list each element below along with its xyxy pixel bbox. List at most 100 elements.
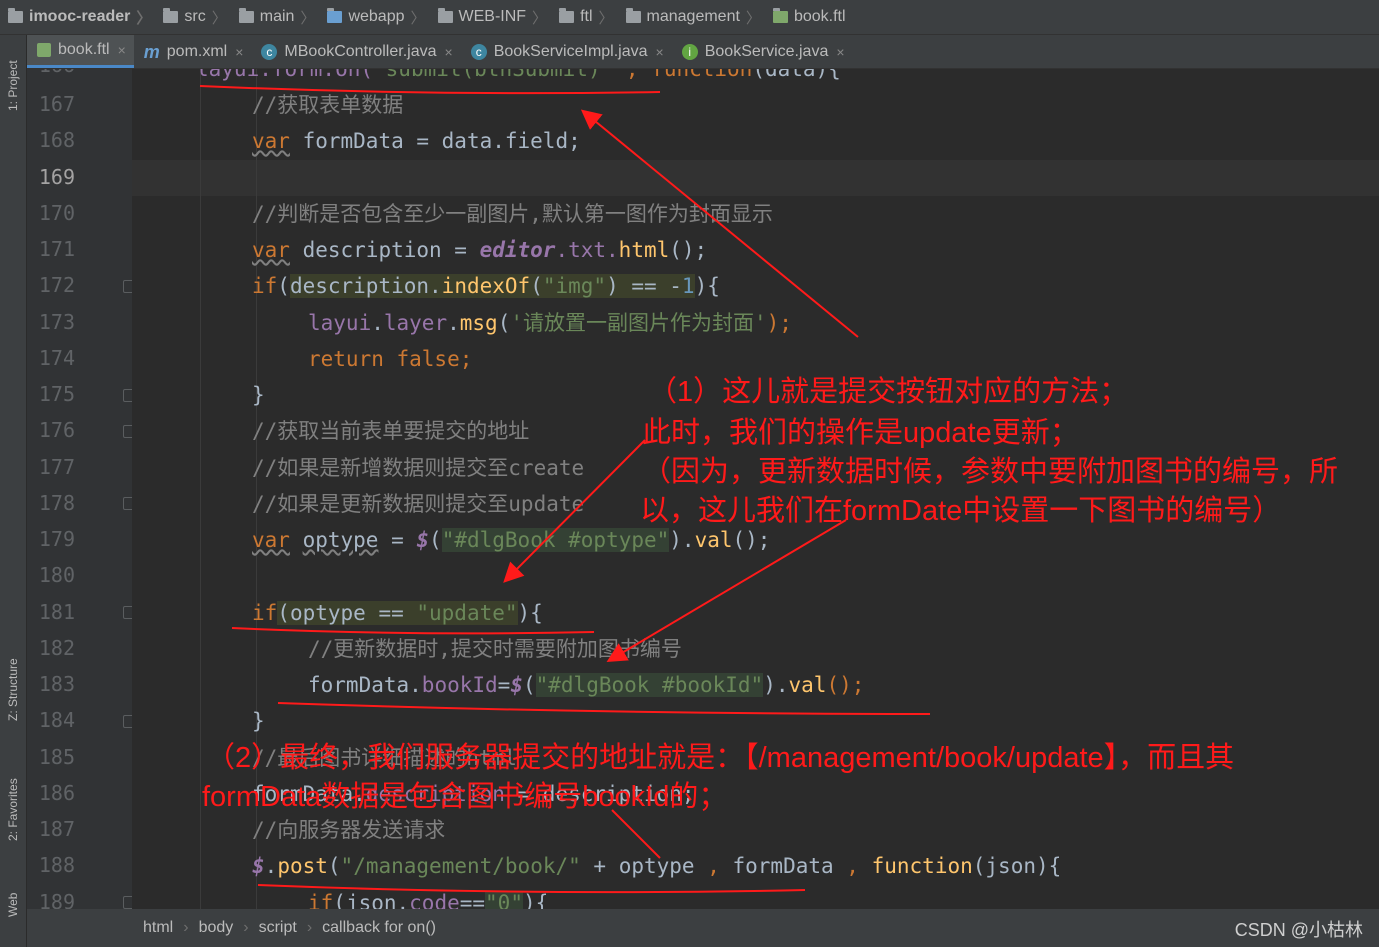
web-tool-tab[interactable]: Web [1,875,25,935]
breadcrumb-item-src[interactable]: src 〉 [155,7,230,28]
breadcrumb-item-management[interactable]: management 〉 [618,7,765,28]
line-number: 169 [38,165,75,189]
code-line: //判断是否包含至少一副图片,默认第一图作为封面显示 [252,202,773,226]
current-line-highlight [132,160,1379,196]
line-number: 188 [38,853,75,877]
line-number: 168 [38,128,75,152]
breadcrumb: imooc-reader 〉 src 〉 main 〉 webapp 〉 WEB-INF… [0,0,1379,35]
close-icon[interactable]: × [235,44,243,60]
project-tool-tab[interactable]: 1: Project [1,41,25,131]
tab-bookserviceimpl[interactable]: c BookServiceImpl.java × [461,35,672,68]
line-number: 186 [38,781,75,805]
tab-pom-xml[interactable]: m pom.xml × [134,35,252,68]
fold-marker-icon[interactable] [123,497,132,510]
structure-crumb-html[interactable]: html [133,919,183,937]
fold-marker-icon[interactable] [123,389,132,402]
tab-bookservice[interactable]: i BookService.java × [672,35,853,68]
close-icon[interactable]: × [836,44,844,60]
code-line: //向服务器发送请求 [252,818,446,842]
java-interface-icon: i [681,43,698,60]
fold-marker-icon[interactable] [123,606,132,619]
tab-mbookcontroller[interactable]: c MBookController.java × [251,35,460,68]
breadcrumb-item-ftl[interactable]: ftl 〉 [551,7,617,28]
line-number: 179 [38,527,75,551]
line-number: 170 [38,201,75,225]
code-line: layui.layer.msg('请放置一副图片作为封面'); [308,311,792,335]
fold-marker-icon[interactable] [123,715,132,728]
line-number: 180 [38,563,75,587]
project-folder-icon [8,8,23,23]
line-number: 189 [38,890,75,909]
code-line: var optype = $("#dlgBook #optype").val()… [252,528,771,552]
editor-tab-bar: book.ftl × m pom.xml × c MBookController… [27,35,1379,69]
line-number: 183 [38,672,75,696]
code-line: if(description.indexOf("img") == -1){ [252,274,720,298]
close-icon[interactable]: × [445,44,453,60]
tool-window-strip: 1: Project Z: Structure 2: Favorites Web [0,35,27,947]
folder-icon [163,8,179,23]
code-line: formData.bookId=$("#dlgBook #bookId").va… [308,673,865,697]
ftl-file-icon [772,8,788,23]
line-number: 182 [38,636,75,660]
line-number: 178 [38,491,75,515]
breadcrumb-item-file[interactable]: book.ftl [765,8,850,26]
folder-icon [559,8,575,23]
line-number: 176 [38,418,75,442]
watermark: CSDN @小枯林 [1234,920,1363,940]
line-number: 167 [38,92,75,116]
code-line: //获取表单数据 [252,93,404,117]
line-number: 173 [38,310,75,334]
folder-icon [437,8,453,23]
line-number: 184 [38,708,75,732]
code-line: if(optype == "update"){ [252,601,543,625]
structure-crumb-script[interactable]: script [249,919,307,937]
close-icon[interactable]: × [118,42,126,58]
code-line: return false; [308,347,473,371]
structure-crumb-body[interactable]: body [189,919,244,937]
code-line: if(json.code=="0"){ [308,885,548,909]
folder-icon [238,8,254,23]
line-number: 166 [27,69,75,77]
close-icon[interactable]: × [656,44,664,60]
fold-marker-icon[interactable] [123,280,132,293]
java-class-icon: c [470,43,487,60]
line-number: 175 [38,382,75,406]
tab-book-ftl[interactable]: book.ftl × [27,35,134,68]
code-line: //如果是新增数据则提交至create [252,456,585,480]
line-number: 172 [38,273,75,297]
ftl-file-icon [37,43,51,57]
java-class-icon: c [261,43,278,60]
code-line: } [252,709,265,733]
code-editor[interactable]: layui.form.on('submit(btnSubmit)' , func… [132,69,1379,909]
structure-crumb-callback[interactable]: callback for on() [312,919,446,937]
code-line: //如果是更新数据则提交至update [252,492,585,516]
code-line: //更新数据时,提交时需要附加图书编号 [308,637,682,661]
line-number: 187 [38,817,75,841]
breadcrumb-item-web-inf[interactable]: WEB-INF 〉 [430,7,552,28]
line-number: 177 [38,455,75,479]
breadcrumb-item-webapp[interactable]: webapp 〉 [319,7,429,28]
code-line: var description = editor.txt.html(); [252,238,708,262]
web-folder-icon [327,8,343,23]
code-line: } [252,383,265,407]
code-line: var formData = data.field; [252,129,581,153]
indent-guide [200,69,201,909]
line-number: 181 [38,600,75,624]
code-line: //获取当前表单要提交的地址 [252,419,530,443]
line-number: 185 [38,745,75,769]
line-number-gutter[interactable]: 166 167 168 169 170 171 172 173 174 175 … [27,69,132,909]
fold-marker-icon[interactable] [123,425,132,438]
code-line: $.post("/management/book/" + optype , fo… [252,854,1062,878]
code-structure-breadcrumb: html › body › script › callback for on() [27,909,1379,947]
line-number: 171 [38,237,75,261]
fold-marker-icon[interactable] [123,896,132,909]
folder-icon [625,8,641,23]
code-line: layui.form.on('submit(btnSubmit)' , func… [196,69,841,81]
structure-tool-tab[interactable]: Z: Structure [1,635,25,745]
maven-icon: m [143,41,160,62]
breadcrumb-item-main[interactable]: main 〉 [231,7,320,28]
code-line: formData.description = description; [252,782,695,806]
code-line: //最后图书详细描述的html [252,746,517,770]
breadcrumb-item-project[interactable]: imooc-reader 〉 [0,7,155,28]
favorites-tool-tab[interactable]: 2: Favorites [1,755,25,865]
